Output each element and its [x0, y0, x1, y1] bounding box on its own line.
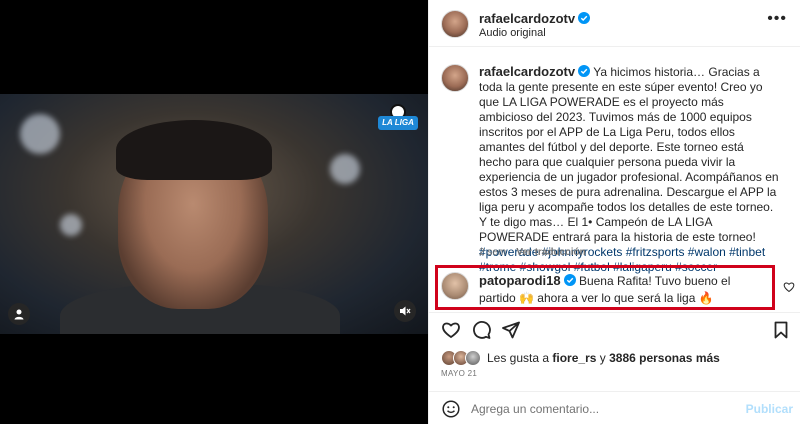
caption-meta: 2 sem Ver traducción — [479, 247, 586, 258]
tagged-users-button[interactable] — [8, 303, 30, 325]
post-side-panel: rafaelcardozotv Audio original ••• rafae… — [428, 0, 800, 424]
post-actions — [429, 312, 800, 345]
caption-text-2: Y te digo mas… El 1• Campeón de LA LIGA … — [479, 215, 756, 244]
publish-button[interactable]: Publicar — [746, 402, 793, 416]
post-header: rafaelcardozotv Audio original ••• — [429, 0, 800, 47]
save-bookmark-icon[interactable] — [771, 320, 791, 340]
liker-avatar — [465, 350, 481, 366]
like-comment-heart-icon[interactable] — [783, 281, 795, 293]
post-caption: rafaelcardozotv Ya hicimos historia… Gra… — [479, 64, 779, 275]
comment-highlight-box — [435, 265, 775, 310]
caption-text: Ya hicimos historia… Gracias a toda la g… — [479, 65, 779, 214]
likes-text[interactable]: Les gusta a fiore_rs y 3886 personas más — [487, 351, 720, 365]
author-avatar[interactable] — [441, 10, 469, 38]
like-heart-icon[interactable] — [441, 320, 461, 340]
author-username[interactable]: rafaelcardozotv — [479, 11, 575, 26]
caption-username[interactable]: rafaelcardozotv — [479, 64, 575, 79]
comment-input[interactable]: Agrega un comentario... — [471, 402, 599, 416]
post-media: LA LIGA — [0, 0, 428, 424]
caption-age: 2 sem — [479, 247, 507, 258]
person-hair — [116, 120, 272, 180]
share-send-icon[interactable] — [501, 320, 521, 340]
audio-link[interactable]: Audio original — [479, 27, 546, 39]
add-comment-bar: Agrega un comentario... Publicar — [429, 391, 800, 425]
post-date: MAYO 21 — [441, 369, 478, 378]
background-light — [20, 114, 60, 154]
header-username-row: rafaelcardozotv — [479, 10, 591, 28]
verified-badge-icon — [578, 12, 591, 24]
video-player[interactable]: LA LIGA — [0, 94, 428, 334]
likes-summary: Les gusta a fiore_rs y 3886 personas más — [441, 350, 720, 366]
verified-badge-icon — [578, 65, 591, 77]
background-light — [60, 214, 82, 236]
background-light — [330, 154, 360, 184]
more-options-icon[interactable]: ••• — [767, 10, 787, 28]
comment-bubble-icon[interactable] — [471, 320, 491, 340]
caption-author-avatar[interactable] — [441, 64, 469, 92]
emoji-smiley-icon[interactable] — [442, 400, 460, 418]
la-liga-logo: LA LIGA — [378, 104, 418, 134]
see-translation-link[interactable]: Ver traducción — [516, 247, 585, 258]
logo-ribbon: LA LIGA — [378, 116, 418, 130]
speaker-muted-icon — [400, 306, 411, 316]
user-icon — [14, 309, 24, 320]
mute-button[interactable] — [394, 300, 416, 322]
